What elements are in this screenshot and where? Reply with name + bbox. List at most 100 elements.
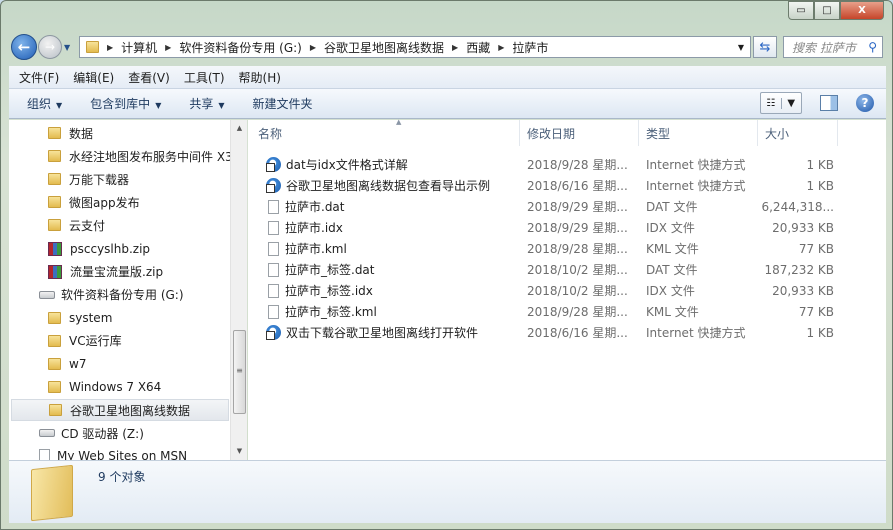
menu-item[interactable]: 编辑(E) — [73, 69, 114, 86]
file-size: 20,933 KB — [772, 283, 834, 298]
cd-drive-icon — [39, 429, 55, 438]
file-date: 2018/9/29 星期... — [527, 200, 628, 214]
file-row[interactable]: 拉萨市_标签.kml 2018/9/28 星期... KML 文件 77 KB — [266, 301, 836, 322]
file-date: 2018/9/28 星期... — [527, 158, 628, 172]
column-header-name[interactable]: 名称 ▲ — [258, 118, 520, 146]
file-name: 拉萨市.dat — [266, 198, 345, 215]
nav-item[interactable]: 软件资料备份专用 (G:) — [39, 284, 184, 306]
file-name: 拉萨市.kml — [266, 240, 347, 257]
scroll-up-icon[interactable]: ▲ — [231, 120, 248, 137]
file-type: IDX 文件 — [646, 221, 695, 235]
nav-item[interactable]: psccyslhb.zip — [48, 238, 150, 260]
menu-item[interactable]: 帮助(H) — [239, 69, 281, 86]
nav-item-label: 流量宝流量版.zip — [70, 265, 164, 280]
refresh-button[interactable]: ⇆ — [753, 36, 777, 58]
nav-item[interactable]: 微图app发布 — [48, 191, 140, 213]
menu-item[interactable]: 文件(F) — [19, 69, 59, 86]
breadcrumb-item[interactable]: 西藏 — [466, 39, 490, 56]
folder-icon — [86, 41, 99, 53]
chevron-right-icon[interactable]: ▶ — [310, 43, 316, 52]
change-view-button[interactable]: ☷ ▼ — [760, 92, 802, 114]
navigation-scrollbar[interactable]: ▲ ≡ ▼ — [230, 120, 247, 460]
column-header-size[interactable]: 大小 — [758, 120, 838, 146]
item-count: 9 个对象 — [98, 470, 146, 484]
file-row[interactable]: 拉萨市.idx 2018/9/29 星期... IDX 文件 20,933 KB — [266, 217, 836, 238]
command-bar: 组织 ▼ 包含到库中 ▼ 共享 ▼ 新建文件夹 ☷ ▼ ? — [9, 89, 886, 119]
include-in-library-button[interactable]: 包含到库中 ▼ — [90, 95, 161, 112]
breadcrumb-item[interactable]: 计算机 — [121, 39, 157, 56]
breadcrumb-item[interactable]: 谷歌卫星地图离线数据 — [324, 39, 444, 56]
drive-icon — [39, 290, 55, 299]
forward-button[interactable]: → — [38, 35, 62, 59]
nav-item[interactable]: 云支付 — [48, 214, 105, 236]
file-size: 1 KB — [806, 157, 834, 172]
nav-item-label: CD 驱动器 (Z:) — [61, 426, 144, 441]
file-type: Internet 快捷方式 — [646, 158, 746, 172]
sort-ascending-icon: ▲ — [396, 118, 402, 126]
file-row[interactable]: 拉萨市_标签.dat 2018/10/2 星期... DAT 文件 187,232 K… — [266, 259, 836, 280]
nav-item-label: 水经注地图发布服务中间件 X3 — [69, 149, 233, 164]
file-date: 2018/10/2 星期... — [527, 284, 628, 298]
column-header-date[interactable]: 修改日期 — [520, 120, 639, 146]
chevron-right-icon[interactable]: ▶ — [452, 43, 458, 52]
nav-item-label: psccyslhb.zip — [70, 241, 151, 256]
breadcrumb-item[interactable]: 拉萨市 — [512, 39, 548, 56]
new-folder-button[interactable]: 新建文件夹 — [253, 95, 313, 112]
share-button[interactable]: 共享 ▼ — [189, 95, 224, 112]
nav-item[interactable]: w7 — [48, 353, 86, 375]
close-button[interactable]: X — [840, 1, 884, 20]
chevron-down-icon[interactable]: ▼ — [738, 43, 744, 52]
nav-item[interactable]: 谷歌卫星地图离线数据 — [11, 399, 229, 422]
menu-item[interactable]: 查看(V) — [128, 69, 170, 86]
nav-item-label: 微图app发布 — [69, 195, 140, 210]
chevron-right-icon[interactable]: ▶ — [107, 43, 113, 52]
menu-item[interactable]: 工具(T) — [184, 69, 225, 86]
file-name-text: 拉萨市.idx — [285, 221, 343, 235]
nav-item[interactable]: 数据 — [48, 122, 93, 144]
search-input[interactable]: 搜索 拉萨市 ⚲ — [783, 36, 883, 58]
chevron-right-icon[interactable]: ▶ — [165, 43, 171, 52]
chevron-down-icon: ▼ — [155, 101, 162, 110]
recent-pages-dropdown[interactable]: ▼ — [64, 43, 70, 52]
file-name: dat与idx文件格式详解 — [266, 156, 408, 173]
file-size: 77 KB — [798, 241, 834, 256]
nav-item[interactable]: 万能下载器 — [48, 168, 129, 190]
file-date: 2018/9/28 星期... — [527, 242, 628, 256]
file-date: 2018/9/28 星期... — [527, 305, 628, 319]
file-row[interactable]: 拉萨市.dat 2018/9/29 星期... DAT 文件 6,244,318... — [266, 196, 836, 217]
minimize-button[interactable]: ▭ — [788, 1, 814, 20]
file-name: 谷歌卫星地图离线数据包查看导出示例 — [266, 177, 490, 194]
folder-icon — [48, 381, 61, 394]
folder-icon — [49, 404, 62, 417]
chevron-down-icon: ▼ — [56, 101, 63, 110]
nav-item[interactable]: 流量宝流量版.zip — [48, 261, 163, 283]
breadcrumb-item[interactable]: 软件资料备份专用 (G:) — [179, 39, 302, 56]
nav-item[interactable]: CD 驱动器 (Z:) — [39, 422, 144, 444]
maximize-button[interactable]: □ — [814, 1, 840, 20]
column-header-type[interactable]: 类型 — [639, 120, 758, 146]
file-type: Internet 快捷方式 — [646, 179, 746, 193]
help-button[interactable]: ? — [856, 94, 874, 112]
file-name-text: 拉萨市_标签.kml — [285, 305, 377, 319]
nav-item[interactable]: Windows 7 X64 — [48, 376, 161, 398]
back-button[interactable]: ← — [11, 34, 37, 60]
file-row[interactable]: 拉萨市_标签.idx 2018/10/2 星期... IDX 文件 20,933 KB — [266, 280, 836, 301]
organize-button[interactable]: 组织 ▼ — [27, 95, 62, 112]
file-row[interactable]: 双击下载谷歌卫星地图离线打开软件 2018/6/16 星期... Internet … — [266, 322, 836, 343]
scroll-down-icon[interactable]: ▼ — [231, 443, 248, 460]
file-row[interactable]: 拉萨市.kml 2018/9/28 星期... KML 文件 77 KB — [266, 238, 836, 259]
file-size: 1 KB — [806, 325, 834, 340]
file-date: 2018/6/16 星期... — [527, 179, 628, 193]
nav-item[interactable]: system — [48, 307, 112, 329]
file-date: 2018/6/16 星期... — [527, 326, 628, 340]
chevron-right-icon[interactable]: ▶ — [498, 43, 504, 52]
file-row[interactable]: dat与idx文件格式详解 2018/9/28 星期... Internet 快捷方… — [266, 154, 836, 175]
nav-item[interactable]: VC运行库 — [48, 330, 122, 352]
nav-item[interactable]: My Web Sites on MSN — [39, 445, 187, 460]
file-size: 20,933 KB — [772, 220, 834, 235]
preview-pane-button[interactable] — [820, 95, 838, 111]
scrollbar-thumb[interactable]: ≡ — [233, 330, 246, 414]
file-row[interactable]: 谷歌卫星地图离线数据包查看导出示例 2018/6/16 星期... Internet… — [266, 175, 836, 196]
address-bar[interactable]: ▶ 计算机 ▶ 软件资料备份专用 (G:) ▶ 谷歌卫星地图离线数据 ▶ 西藏 ▶ 拉萨市 ▼ — [79, 36, 751, 58]
nav-item[interactable]: 水经注地图发布服务中间件 X3 — [48, 145, 233, 167]
